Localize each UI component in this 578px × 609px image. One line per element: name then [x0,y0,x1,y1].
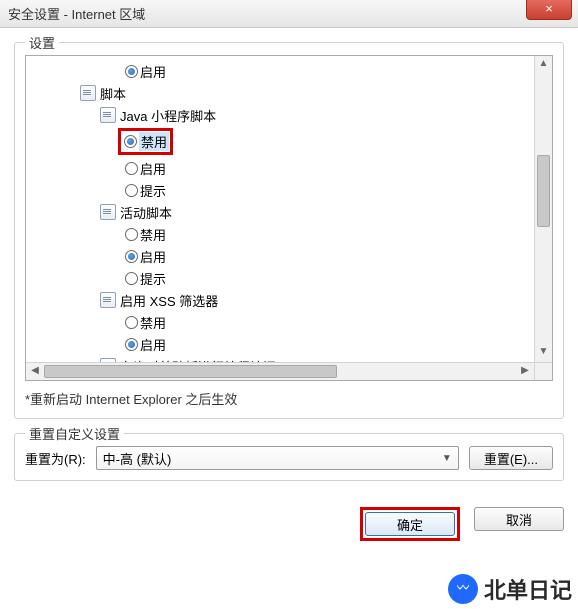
scroll-corner [534,362,552,380]
radio-icon[interactable] [122,250,140,263]
radio-icon[interactable] [122,338,140,351]
tree-category: 脚本 [26,82,534,104]
radio-icon[interactable] [122,316,140,329]
horizontal-scrollbar[interactable]: ◀ ▶ [26,362,534,380]
script-icon [100,107,116,123]
radio-icon[interactable] [122,65,140,78]
reset-level-combobox[interactable]: 中-高 (默认) ▼ [96,446,459,470]
tree-item-label: 启用 XSS 筛选器 [120,291,218,310]
radio-icon[interactable] [121,135,139,148]
tree-item-label: Java 小程序脚本 [120,106,216,125]
dialog-body: 设置 启用脚本Java 小程序脚本禁用启用提示活动脚本禁用启用提示启用 XSS … [0,28,578,501]
radio-icon[interactable] [122,184,140,197]
tree-item-label: 启用 [140,335,166,354]
tree-radio[interactable]: 禁用 [26,223,534,245]
window-title: 安全设置 - Internet 区域 [8,4,145,23]
ok-highlight-box: 确定 [360,507,460,541]
script-icon [80,85,96,101]
dialog-actions: 确定 取消 [0,501,578,541]
tree-radio[interactable]: 提示 [26,267,534,289]
scroll-right-arrow-icon[interactable]: ▶ [516,363,534,380]
tree-item-label: 禁用 [140,225,166,244]
tree-item-label: 禁用 [139,132,169,151]
titlebar: 安全设置 - Internet 区域 × [0,0,578,28]
script-icon [100,292,116,308]
radio-icon[interactable] [122,162,140,175]
vertical-scroll-thumb[interactable] [537,155,550,227]
tree-item-label: 启用 [140,247,166,266]
reset-to-label: 重置为(R): [25,449,86,468]
tree-radio[interactable]: 启用 [26,333,534,355]
tree-radio[interactable]: 提示 [26,179,534,201]
horizontal-scroll-track[interactable] [44,363,516,380]
scroll-up-arrow-icon[interactable]: ▲ [535,56,552,74]
vertical-scroll-track[interactable] [535,74,552,344]
watermark-text: 北单日记 [484,573,572,605]
horizontal-scroll-thumb[interactable] [44,365,337,378]
watermark-badge-icon [448,574,478,604]
cancel-button[interactable]: 取消 [474,507,564,531]
vertical-scrollbar[interactable]: ▲ ▼ [534,56,552,362]
tree-item-label: 禁用 [140,313,166,332]
tree-item-label: 启用 [140,62,166,81]
tree-radio[interactable]: 禁用 [26,311,534,333]
close-button[interactable]: × [526,0,572,20]
ok-button[interactable]: 确定 [365,512,455,536]
tree-radio-highlighted[interactable]: 禁用 [118,128,173,155]
tree-item-label: 提示 [140,181,166,200]
reset-groupbox: 重置自定义设置 重置为(R): 中-高 (默认) ▼ 重置(E)... [14,433,564,481]
tree-radio[interactable]: 启用 [26,245,534,267]
reset-button[interactable]: 重置(E)... [469,446,553,470]
tree-item-label: 提示 [140,269,166,288]
tree-item-label: 启用 [140,159,166,178]
radio-icon[interactable] [122,272,140,285]
settings-groupbox: 设置 启用脚本Java 小程序脚本禁用启用提示活动脚本禁用启用提示启用 XSS … [14,42,564,419]
script-icon [100,204,116,220]
chevron-down-icon: ▼ [442,453,452,464]
tree-item-label: 活动脚本 [120,203,172,222]
tree-category: 活动脚本 [26,201,534,223]
restart-note: *重新启动 Internet Explorer 之后生效 [25,389,553,408]
tree-category: Java 小程序脚本 [26,104,534,126]
settings-tree: 启用脚本Java 小程序脚本禁用启用提示活动脚本禁用启用提示启用 XSS 筛选器… [26,56,534,362]
tree-category: 启用 XSS 筛选器 [26,289,534,311]
radio-icon[interactable] [122,228,140,241]
settings-groupbox-title: 设置 [25,33,59,52]
tree-radio[interactable]: 启用 [26,157,534,179]
scroll-left-arrow-icon[interactable]: ◀ [26,363,44,380]
scroll-down-arrow-icon[interactable]: ▼ [535,344,552,362]
watermark: 北单日记 [448,573,572,605]
tree-item-label: 脚本 [100,84,126,103]
reset-level-selected: 中-高 (默认) [103,449,172,468]
reset-groupbox-title: 重置自定义设置 [25,424,124,443]
tree-radio[interactable]: 启用 [26,60,534,82]
tree-category: 允许对剪贴板进行编程访问 [26,355,534,362]
settings-tree-container: 启用脚本Java 小程序脚本禁用启用提示活动脚本禁用启用提示启用 XSS 筛选器… [25,55,553,381]
